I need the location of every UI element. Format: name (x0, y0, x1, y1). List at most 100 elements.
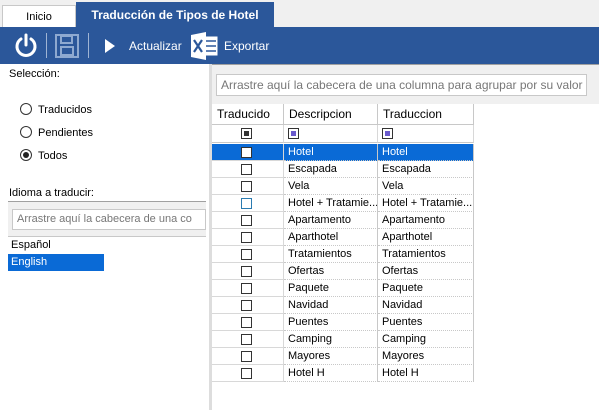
play-icon[interactable] (104, 38, 116, 54)
radio-traducidos[interactable]: Traducidos (20, 103, 160, 118)
traducido-cell (212, 263, 284, 280)
traduccion-cell[interactable]: Navidad (378, 297, 474, 314)
traduccion-cell[interactable]: Hotel + Tratamie... (378, 195, 474, 212)
descripcion-cell[interactable]: Puentes (284, 314, 378, 331)
column-header-traducido[interactable]: Traducido (212, 104, 284, 125)
traduccion-cell[interactable]: Escapada (378, 161, 474, 178)
traduccion-cell[interactable]: Tratamientos (378, 246, 474, 263)
table-row[interactable]: Navidad Navidad (212, 297, 474, 314)
descripcion-cell[interactable]: Ofertas (284, 263, 378, 280)
traduccion-cell[interactable]: Paquete (378, 280, 474, 297)
traduccion-cell[interactable]: Hotel (378, 144, 474, 161)
column-header-descripcion[interactable]: Descripcion (284, 104, 378, 125)
traducido-cell (212, 195, 284, 212)
traduccion-cell[interactable]: Vela (378, 178, 474, 195)
radio-label: Traducidos (38, 104, 93, 116)
descripcion-cell[interactable]: Vela (284, 178, 378, 195)
toolbar: Actualizar Exportar (0, 27, 599, 64)
traducido-cell (212, 348, 284, 365)
save-icon[interactable] (54, 33, 80, 59)
language-item-english[interactable]: English (8, 254, 104, 271)
language-group-drop-area[interactable]: Arrastre aquí la cabecera de una co (12, 209, 206, 230)
traducido-cell (212, 297, 284, 314)
selection-title: Selección: (9, 68, 60, 80)
descripcion-cell[interactable]: Hotel (284, 144, 378, 161)
power-icon[interactable] (12, 33, 40, 59)
table-row[interactable]: Hotel H Hotel H (212, 365, 474, 382)
language-title: Idioma a traducir: (9, 187, 94, 199)
descripcion-cell[interactable]: Camping (284, 331, 378, 348)
filter-condition-icon[interactable] (288, 128, 299, 139)
table-row[interactable]: Tratamientos Tratamientos (212, 246, 474, 263)
radio-button[interactable] (20, 126, 32, 138)
traducido-checkbox[interactable] (241, 164, 252, 175)
filter-cell-traduccion (378, 125, 474, 143)
traducido-cell (212, 280, 284, 297)
traducido-checkbox[interactable] (241, 351, 252, 362)
filter-condition-icon[interactable] (382, 128, 393, 139)
table-row[interactable]: Apartamento Apartamento (212, 212, 474, 229)
traducido-checkbox[interactable] (241, 147, 252, 158)
traduccion-cell[interactable]: Mayores (378, 348, 474, 365)
traducido-checkbox[interactable] (241, 334, 252, 345)
traduccion-cell[interactable]: Hotel H (378, 365, 474, 382)
descripcion-cell[interactable]: Hotel H (284, 365, 378, 382)
table-row[interactable]: Camping Camping (212, 331, 474, 348)
traduccion-cell[interactable]: Puentes (378, 314, 474, 331)
table-row[interactable]: Mayores Mayores (212, 348, 474, 365)
table-row[interactable]: Escapada Escapada (212, 161, 474, 178)
traducido-cell (212, 365, 284, 382)
traducido-checkbox[interactable] (241, 215, 252, 226)
traducido-checkbox[interactable] (241, 249, 252, 260)
traduccion-cell[interactable]: Aparthotel (378, 229, 474, 246)
traduccion-cell[interactable]: Camping (378, 331, 474, 348)
export-button[interactable]: Exportar (224, 39, 269, 53)
table-row[interactable]: Hotel + Tratamie... Hotel + Tratamie... (212, 195, 474, 212)
table-row[interactable]: Vela Vela (212, 178, 474, 195)
traducido-cell (212, 246, 284, 263)
descripcion-cell[interactable]: Hotel + Tratamie... (284, 195, 378, 212)
toolbar-separator (46, 33, 47, 58)
table-row[interactable]: Paquete Paquete (212, 280, 474, 297)
traducido-cell (212, 161, 284, 178)
language-item-espanol[interactable]: Español (8, 237, 104, 254)
traducido-checkbox[interactable] (241, 300, 252, 311)
excel-icon[interactable] (190, 31, 220, 61)
traducido-checkbox[interactable] (241, 198, 252, 209)
tab-inicio[interactable]: Inicio (2, 5, 76, 28)
table-row[interactable]: Hotel Hotel (212, 144, 474, 161)
traducido-checkbox[interactable] (241, 368, 252, 379)
traducido-cell (212, 314, 284, 331)
traducido-checkbox[interactable] (241, 317, 252, 328)
radio-button[interactable] (20, 103, 32, 115)
grid-group-drop-area[interactable]: Arrastre aquí la cabecera de una columna… (216, 74, 587, 96)
filter-checkbox[interactable] (241, 128, 252, 139)
traducido-cell (212, 229, 284, 246)
descripcion-cell[interactable]: Paquete (284, 280, 378, 297)
descripcion-cell[interactable]: Aparthotel (284, 229, 378, 246)
toolbar-separator (88, 33, 89, 58)
radio-button[interactable] (20, 149, 32, 161)
descripcion-cell[interactable]: Escapada (284, 161, 378, 178)
radio-pendientes[interactable]: Pendientes (20, 126, 160, 141)
traducido-checkbox[interactable] (241, 181, 252, 192)
descripcion-cell[interactable]: Navidad (284, 297, 378, 314)
traducido-checkbox[interactable] (241, 232, 252, 243)
column-header-traduccion[interactable]: Traduccion (378, 104, 474, 125)
descripcion-cell[interactable]: Mayores (284, 348, 378, 365)
descripcion-cell[interactable]: Apartamento (284, 212, 378, 229)
traducido-cell (212, 178, 284, 195)
traducido-checkbox[interactable] (241, 266, 252, 277)
table-row[interactable]: Ofertas Ofertas (212, 263, 474, 280)
refresh-button[interactable]: Actualizar (129, 39, 182, 53)
traducido-checkbox[interactable] (241, 283, 252, 294)
radio-todos[interactable]: Todos (20, 149, 160, 164)
radio-label: Todos (38, 150, 68, 162)
tab-traduccion-tipos-hotel[interactable]: Traducción de Tipos de Hotel (76, 2, 274, 28)
descripcion-cell[interactable]: Tratamientos (284, 246, 378, 263)
table-row[interactable]: Aparthotel Aparthotel (212, 229, 474, 246)
traduccion-cell[interactable]: Ofertas (378, 263, 474, 280)
traduccion-cell[interactable]: Apartamento (378, 212, 474, 229)
table-row[interactable]: Puentes Puentes (212, 314, 474, 331)
traducido-cell (212, 144, 284, 161)
